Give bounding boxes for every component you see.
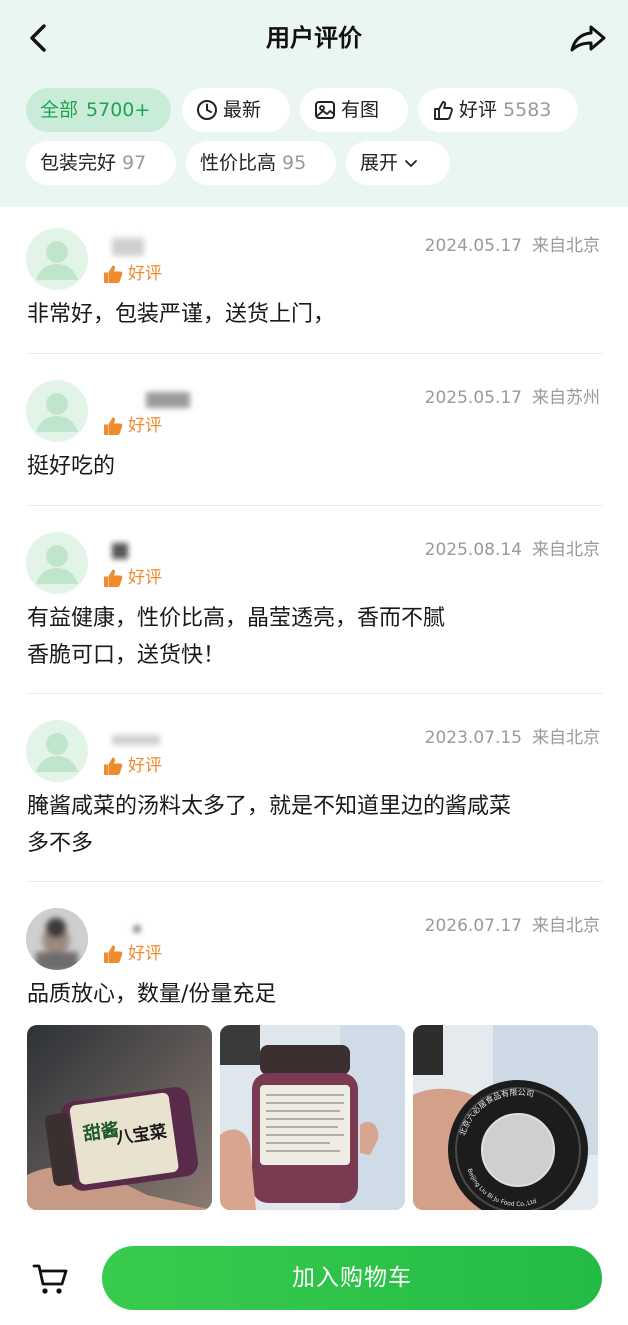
divider <box>26 693 603 694</box>
divider <box>26 881 603 882</box>
thumbs-up-icon <box>104 569 123 587</box>
review-meta: 2025.08.14 来自北京 <box>425 535 600 560</box>
divider <box>26 353 603 354</box>
default-avatar-icon <box>26 532 88 594</box>
username-blurred <box>134 926 140 932</box>
rating-badge: 好评 <box>102 754 162 778</box>
filter-all[interactable]: 全部 5700+ <box>26 88 171 132</box>
filter-positive-label: 好评 <box>459 99 498 121</box>
review-meta: 2026.07.17 来自北京 <box>425 911 600 936</box>
review-photo[interactable]: 北京六必居食品有限公司 Beijing Liu Bi Ju Food Co.,L… <box>413 1025 598 1210</box>
filter-all-count: 5700+ <box>86 99 151 121</box>
review-date: 2025.08.14 <box>424 540 522 560</box>
filter-package-intact[interactable]: 包装完好 97 <box>26 141 176 185</box>
divider <box>26 505 603 506</box>
jar-back-photo <box>220 1025 405 1210</box>
review-location: 来自北京 <box>532 236 600 256</box>
rating-badge: 好评 <box>102 262 162 286</box>
review-text: 有益健康，性价比高，晶莹透亮，香而不腻 香脆可口，送货快！ <box>27 600 587 674</box>
rating-badge: 好评 <box>102 566 162 590</box>
user-photo-avatar <box>26 908 88 970</box>
review-text-line: 品质放心，数量/份量充足 <box>27 982 277 1007</box>
share-icon <box>570 25 606 52</box>
filter-value-for-money[interactable]: 性价比高 95 <box>186 141 336 185</box>
review-text-line: 香脆可口，送货快！ <box>27 643 226 668</box>
rating-label: 好评 <box>128 416 162 436</box>
filter-positive-count: 5583 <box>503 99 552 121</box>
review-text-line: 有益健康，性价比高，晶莹透亮，香而不腻 <box>27 606 446 631</box>
review-photo[interactable]: 甜酱 八宝菜 <box>27 1025 212 1210</box>
rating-label: 好评 <box>128 944 162 964</box>
thumbs-up-icon <box>104 417 123 435</box>
share-button[interactable] <box>566 18 610 58</box>
thumbs-up-icon <box>104 945 123 963</box>
review-meta: 2024.05.17 来自北京 <box>425 231 600 256</box>
rating-label: 好评 <box>128 568 162 588</box>
review-text: 非常好，包装严谨，送货上门， <box>27 296 587 333</box>
review-location: 来自苏州 <box>532 388 600 408</box>
review-location: 来自北京 <box>532 916 600 936</box>
jar-lid-photo: 北京六必居食品有限公司 Beijing Liu Bi Ju Food Co.,L… <box>413 1025 598 1210</box>
review-text-line: 多不多 <box>27 831 94 856</box>
avatar[interactable] <box>26 532 88 594</box>
avatar[interactable] <box>26 720 88 782</box>
filter-with-image[interactable]: 有图 <box>300 88 408 132</box>
filter-value-for-money-label: 性价比高 <box>200 152 277 174</box>
filter-positive[interactable]: 好评 5583 <box>418 88 578 132</box>
default-avatar-icon <box>26 720 88 782</box>
review-text: 腌酱咸菜的汤料太多了，就是不知道里边的酱咸菜 多不多 <box>27 788 587 862</box>
filter-latest[interactable]: 最新 <box>182 88 290 132</box>
clock-icon <box>197 100 217 120</box>
review-text: 挺好吃的 <box>27 448 587 485</box>
rating-badge: 好评 <box>102 414 162 438</box>
rating-label: 好评 <box>128 264 162 284</box>
review-text-line: 非常好，包装严谨，送货上门， <box>27 302 336 327</box>
review-photo[interactable] <box>220 1025 405 1210</box>
filter-expand-label: 展开 <box>360 152 399 174</box>
review-meta: 2025.05.17 来自苏州 <box>425 383 600 408</box>
shopping-cart-icon <box>32 1264 68 1294</box>
review-text-line: 挺好吃的 <box>27 454 116 479</box>
username-blurred <box>112 238 144 256</box>
review-text: 品质放心，数量/份量充足 <box>27 976 587 1013</box>
review-date: 2024.05.17 <box>424 236 522 256</box>
filter-value-for-money-count: 95 <box>282 152 307 174</box>
username-blurred <box>146 392 190 408</box>
filter-package-intact-label: 包装完好 <box>40 152 117 174</box>
rating-label: 好评 <box>128 756 162 776</box>
jar-photo: 甜酱 八宝菜 <box>27 1025 212 1210</box>
review-meta: 2023.07.15 来自北京 <box>425 723 600 748</box>
filter-expand[interactable]: 展开 <box>346 141 450 185</box>
review-location: 来自北京 <box>532 728 600 748</box>
cart-button[interactable] <box>28 1256 72 1300</box>
default-avatar-icon <box>26 228 88 290</box>
review-location: 来自北京 <box>532 540 600 560</box>
review-date: 2026.07.17 <box>424 916 522 936</box>
add-to-cart-button[interactable]: 加入购物车 <box>102 1246 602 1310</box>
username-blurred <box>112 543 128 559</box>
filter-latest-label: 最新 <box>223 99 262 121</box>
chevron-down-icon <box>405 160 417 167</box>
avatar[interactable] <box>26 228 88 290</box>
nav-bar: 用户评价 <box>0 0 628 76</box>
thumbs-up-icon <box>434 101 453 120</box>
avatar[interactable] <box>26 380 88 442</box>
username-blurred <box>112 735 160 745</box>
rating-badge: 好评 <box>102 942 162 966</box>
image-icon <box>315 101 335 119</box>
filter-all-label: 全部 <box>40 99 79 121</box>
default-avatar-icon <box>26 380 88 442</box>
thumbs-up-icon <box>104 757 123 775</box>
review-date: 2025.05.17 <box>424 388 522 408</box>
review-text-line: 腌酱咸菜的汤料太多了，就是不知道里边的酱咸菜 <box>27 794 512 819</box>
review-date: 2023.07.15 <box>424 728 522 748</box>
avatar[interactable] <box>26 908 88 970</box>
thumbs-up-icon <box>104 265 123 283</box>
filter-package-intact-count: 97 <box>122 152 147 174</box>
filter-with-image-label: 有图 <box>341 99 380 121</box>
page-title: 用户评价 <box>266 24 362 52</box>
